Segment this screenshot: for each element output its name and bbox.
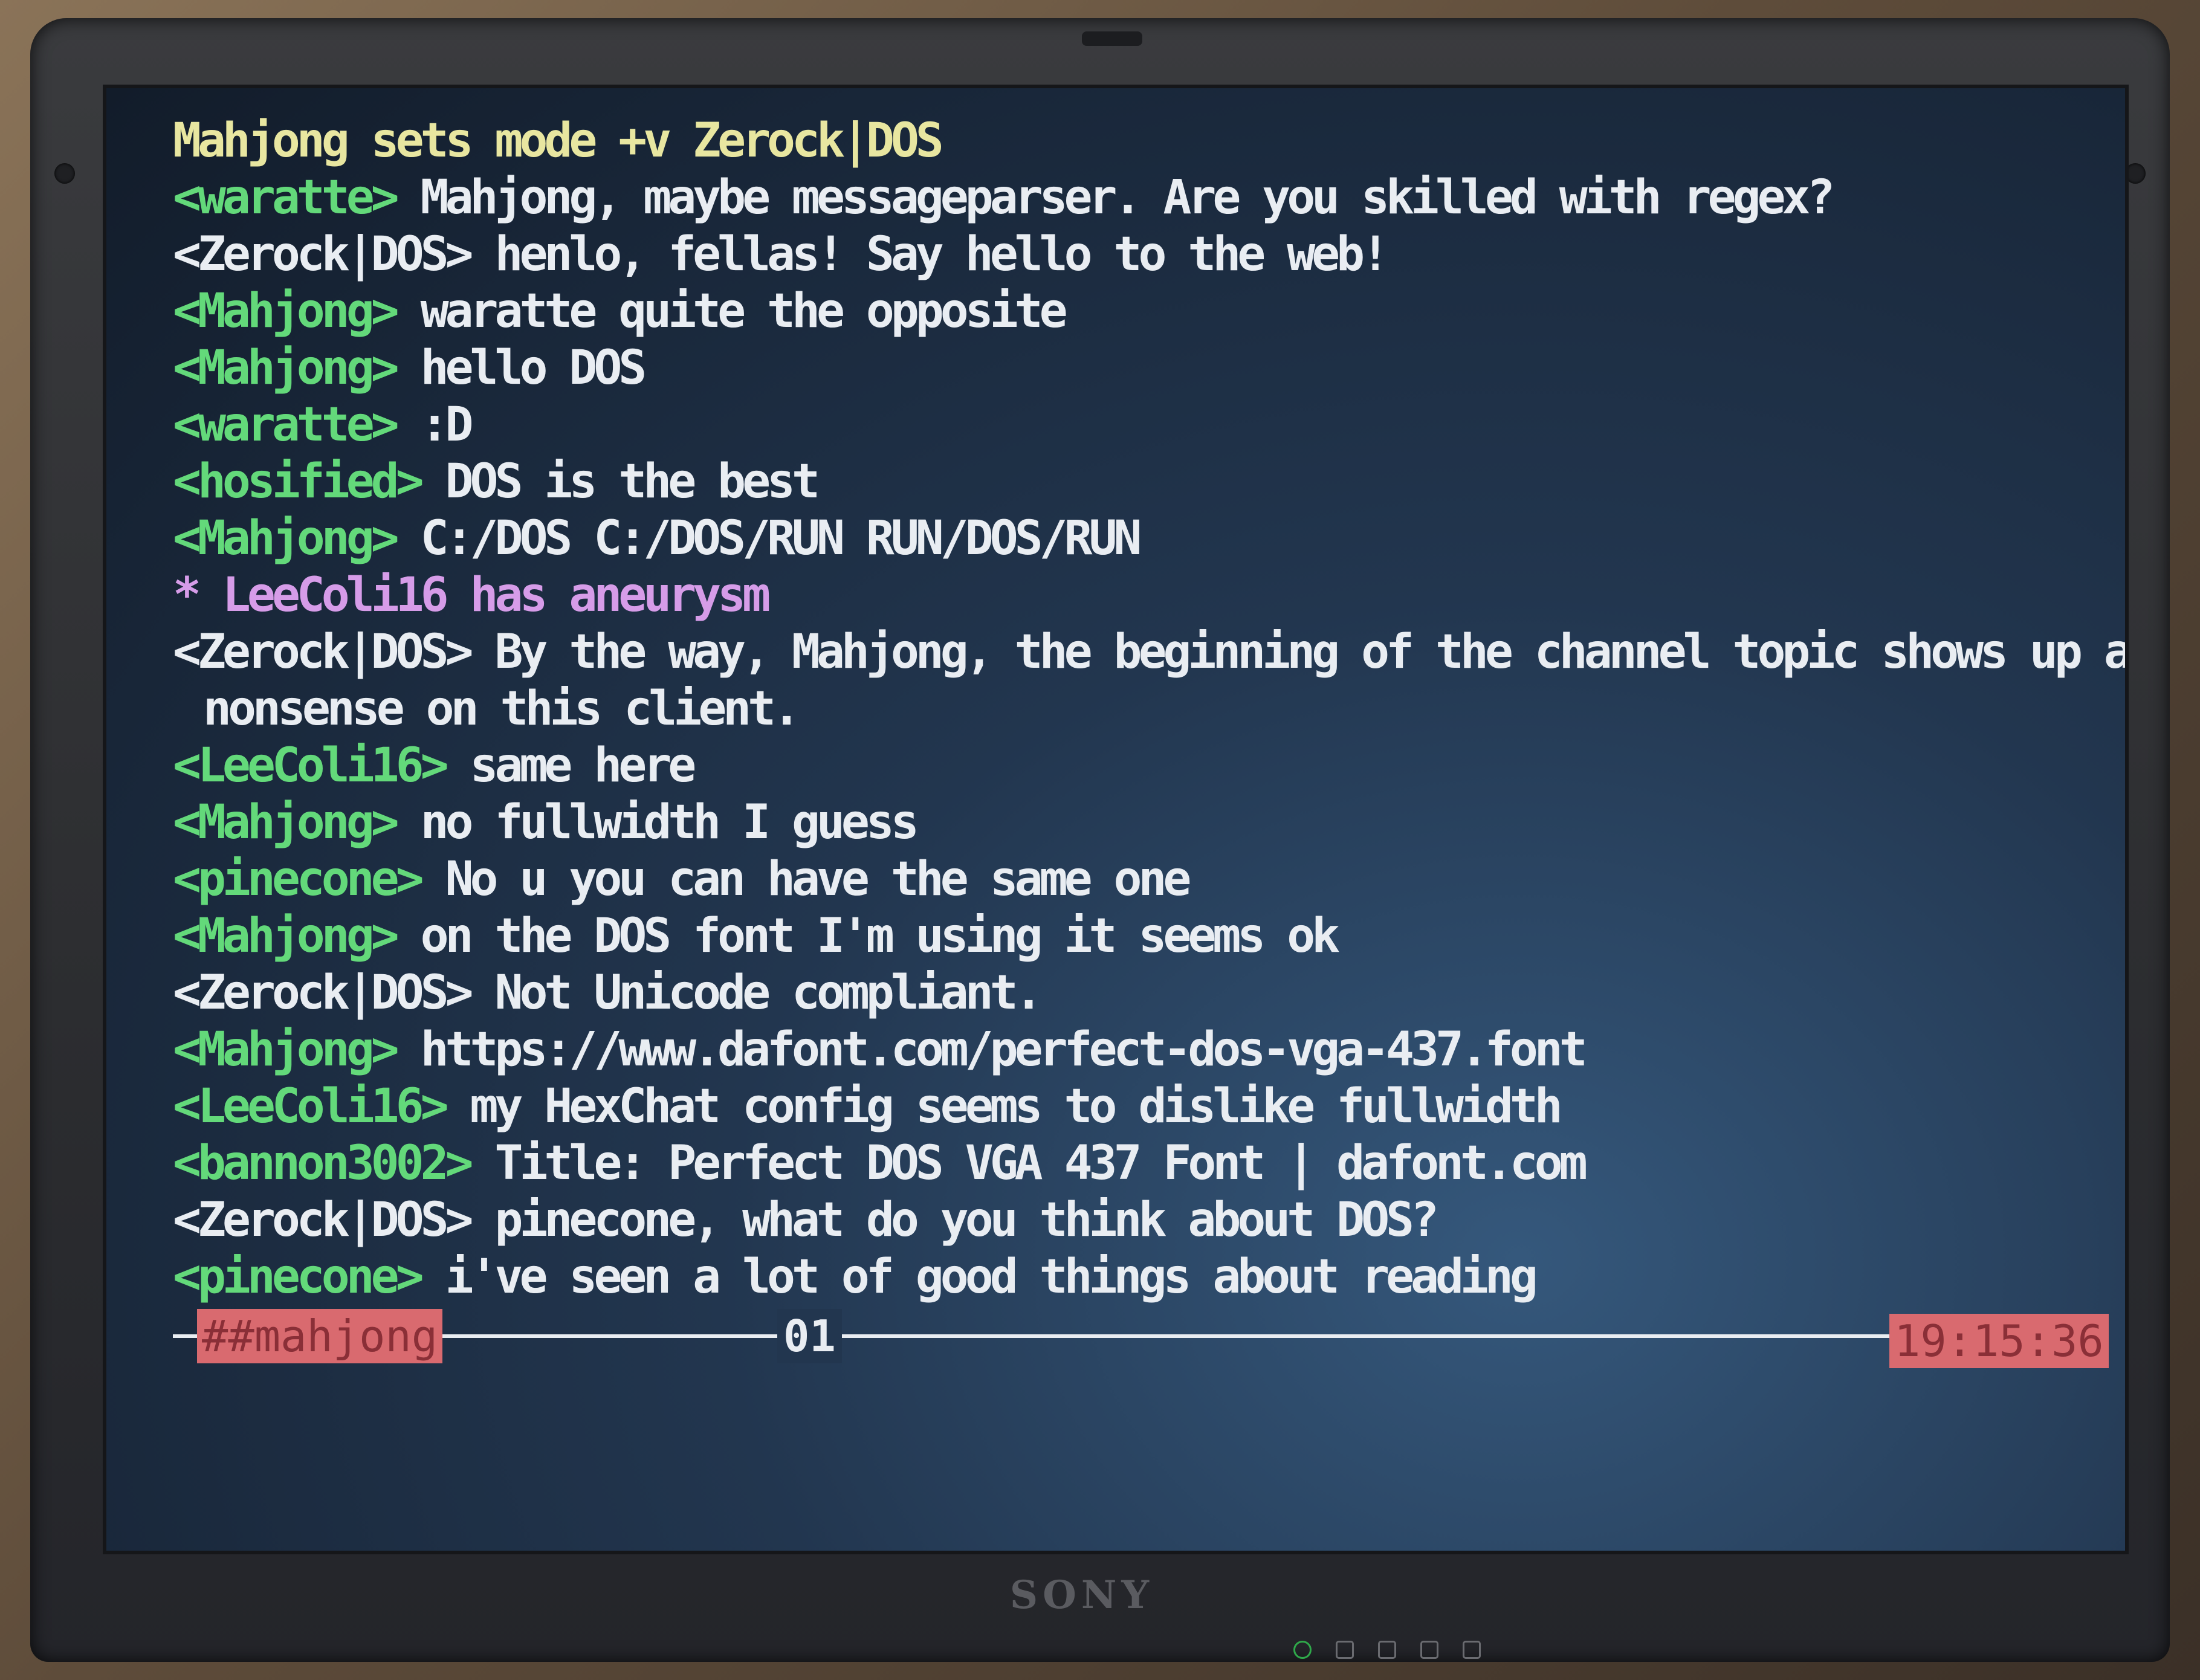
chat-line: <hosified> DOS is the best <box>173 453 2107 510</box>
channel-tab[interactable]: ##mahjong <box>197 1309 443 1363</box>
scroll-lock-icon <box>1420 1641 1438 1659</box>
chat-line: <Zerock|DOS> henlo, fellas! Say hello to… <box>173 226 2107 283</box>
chat-line: <waratte> :D <box>173 396 2107 453</box>
background-room: Mahjong sets mode +v Zerock|DOS <waratte>… <box>0 0 2200 1680</box>
chat-line: <Mahjong> waratte quite the opposite <box>173 283 2107 340</box>
terminal-screen: Mahjong sets mode +v Zerock|DOS <waratte>… <box>103 85 2129 1554</box>
nick-label[interactable]: <Mahjong> <box>173 341 400 395</box>
brand-logo: SONY <box>1009 1572 1154 1618</box>
status-rule <box>173 1334 1986 1338</box>
num-lock-icon <box>1378 1641 1396 1659</box>
message-continuation: nonsense on this client. <box>203 682 801 736</box>
nick-label[interactable]: <hosified> <box>173 454 424 509</box>
nick-label[interactable]: <Zerock|DOS> <box>173 1193 474 1247</box>
chat-line: <Mahjong> no fullwidth I guess <box>173 794 2107 851</box>
bezel-screw-left <box>54 163 75 184</box>
message-text: henlo, fellas! Say hello to the web! <box>470 227 1390 282</box>
message-text: C:/DOS C:/DOS/RUN RUN/DOS/RUN <box>395 511 1142 566</box>
chat-line: * LeeColi16 has aneurysm <box>173 567 2107 624</box>
mode-message: Mahjong sets mode +v Zerock|DOS <box>173 114 944 168</box>
chat-line: <pinecone> i've seen a lot of good thing… <box>173 1249 2107 1305</box>
bezel-notch <box>1082 31 1142 46</box>
nick-label[interactable]: <Zerock|DOS> <box>173 625 474 679</box>
nick-label[interactable]: <Mahjong> <box>173 1023 400 1077</box>
nick-label[interactable]: <Mahjong> <box>173 511 400 566</box>
chat-line: <Mahjong> on the DOS font I'm using it s… <box>173 908 2107 964</box>
chat-line: <Mahjong> hello DOS <box>173 340 2107 396</box>
caps-lock-icon <box>1336 1641 1354 1659</box>
message-text: https://www.dafont.com/perfect-dos-vga-4… <box>395 1023 1588 1077</box>
message-text: no fullwidth I guess <box>395 795 919 850</box>
chat-line: <LeeColi16> same here <box>173 737 2107 794</box>
chat-line: <pinecone> No u you can have the same on… <box>173 851 2107 908</box>
chat-line: <Mahjong> https://www.dafont.com/perfect… <box>173 1021 2107 1078</box>
status-bar: ##mahjong 01 19:15:36 <box>173 1309 2109 1368</box>
chat-line: <LeeColi16> my HexChat config seems to d… <box>173 1078 2107 1135</box>
nick-label[interactable]: <Mahjong> <box>173 795 400 850</box>
indicator-strip <box>1293 1638 1716 1662</box>
clock: 19:15:36 <box>1889 1314 2109 1368</box>
message-text: DOS is the best <box>420 454 820 509</box>
action-message: * LeeColi16 has aneurysm <box>173 568 771 622</box>
message-text: pinecone, what do you think about DOS? <box>470 1193 1439 1247</box>
chat-log: Mahjong sets mode +v Zerock|DOS <waratte>… <box>173 112 2125 1305</box>
message-text: :D <box>395 398 474 452</box>
disk-activity-icon <box>1463 1641 1481 1659</box>
message-text: same here <box>445 738 697 793</box>
power-led-icon <box>1293 1641 1312 1659</box>
chat-line: Mahjong sets mode +v Zerock|DOS <box>173 112 2107 169</box>
nick-label[interactable]: <LeeColi16> <box>173 738 449 793</box>
nick-label[interactable]: <pinecone> <box>173 852 424 906</box>
nick-label[interactable]: <Zerock|DOS> <box>173 227 474 282</box>
message-text: Mahjong, maybe messageparser. Are you sk… <box>395 170 1836 225</box>
nick-label[interactable]: <waratte> <box>173 170 400 225</box>
nick-label[interactable]: <waratte> <box>173 398 400 452</box>
message-text: No u you can have the same one <box>420 852 1192 906</box>
message-text: on the DOS font I'm using it seems ok <box>395 909 1341 963</box>
message-text: Title: Perfect DOS VGA 437 Font | dafont… <box>470 1136 1587 1191</box>
nick-label[interactable]: <Mahjong> <box>173 909 400 963</box>
nick-label[interactable]: <pinecone> <box>173 1250 424 1304</box>
nick-label[interactable]: <bannon3002> <box>173 1136 474 1191</box>
chat-line: <Zerock|DOS> By the way, Mahjong, the be… <box>173 624 2125 680</box>
chat-line: <Mahjong> C:/DOS C:/DOS/RUN RUN/DOS/RUN <box>173 510 2107 567</box>
message-text: waratte quite the opposite <box>395 284 1068 338</box>
chat-line: <Zerock|DOS> pinecone, what do you think… <box>173 1192 2107 1249</box>
window-number: 01 <box>777 1309 842 1363</box>
chat-line: <Zerock|DOS> Not Unicode compliant. <box>173 964 2107 1021</box>
nick-label[interactable]: <Mahjong> <box>173 284 400 338</box>
chat-line: nonsense on this client. <box>173 680 2107 737</box>
nick-label[interactable]: <Zerock|DOS> <box>173 966 474 1020</box>
chat-line: <bannon3002> Title: Perfect DOS VGA 437 … <box>173 1135 2107 1192</box>
message-text: hello DOS <box>395 341 647 395</box>
nick-label[interactable]: <LeeColi16> <box>173 1079 449 1134</box>
chat-line: <waratte> Mahjong, maybe messageparser. … <box>173 169 2107 226</box>
message-text: i've seen a lot of good things about rea… <box>420 1250 1538 1304</box>
message-text: By the way, Mahjong, the beginning of th… <box>470 625 2129 679</box>
message-text: Not Unicode compliant. <box>470 966 1043 1020</box>
message-text: my HexChat config seems to dislike fullw… <box>445 1079 1563 1134</box>
